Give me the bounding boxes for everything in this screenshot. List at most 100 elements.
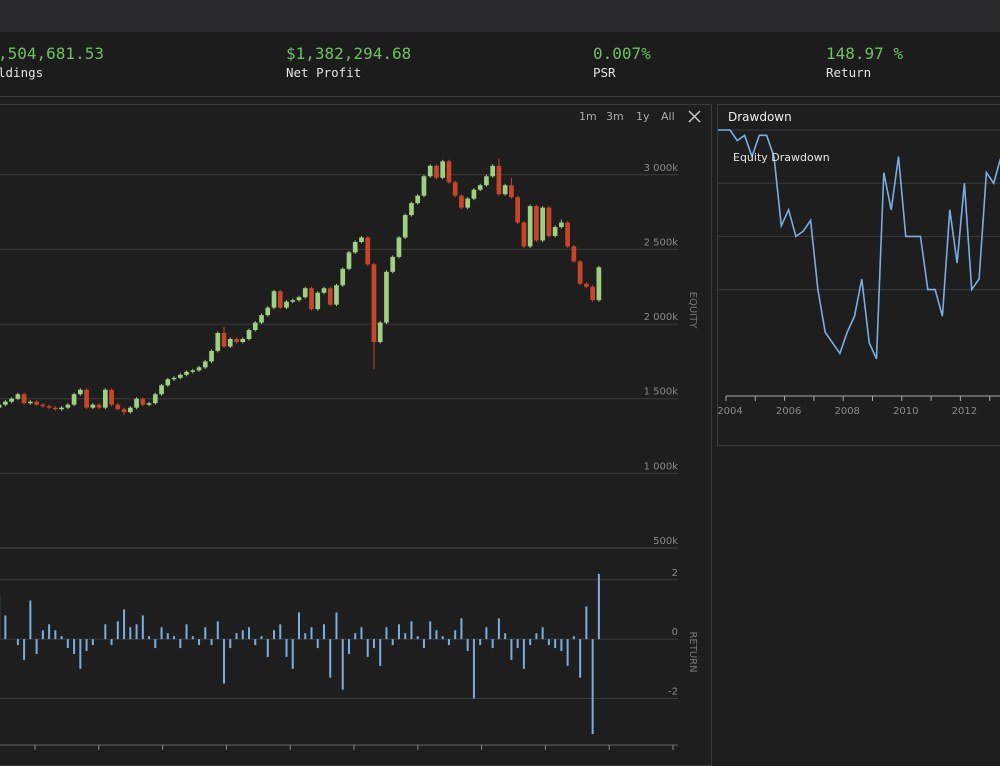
- candle: [215, 333, 220, 351]
- return-bar: [554, 639, 556, 648]
- return-bar: [410, 621, 412, 639]
- drawdown-legend: Equity Drawdown: [733, 151, 830, 164]
- range-button-3m[interactable]: 3m: [606, 110, 624, 123]
- return-bar: [186, 624, 188, 639]
- return-bar: [498, 618, 500, 639]
- top-toolbar: [0, 0, 1000, 32]
- close-icon[interactable]: [686, 106, 704, 126]
- candle: [272, 291, 277, 307]
- candle: [22, 394, 27, 403]
- return-bar: [104, 624, 106, 639]
- candle: [359, 237, 364, 241]
- return-tick-label: 0: [672, 627, 678, 638]
- candle: [178, 375, 183, 378]
- return-bar: [198, 639, 200, 645]
- return-bar: [54, 630, 56, 639]
- return-bar: [129, 627, 131, 639]
- return-bar: [223, 639, 225, 684]
- return-bar: [529, 639, 531, 645]
- stat-net-profit-label: Net Profit: [286, 65, 411, 80]
- return-bar: [510, 639, 512, 660]
- return-bar: [298, 612, 300, 639]
- return-bar: [317, 639, 319, 648]
- stat-holdings-value: ,504,681.53: [0, 44, 104, 64]
- return-bar: [548, 639, 550, 645]
- return-bar: [286, 639, 288, 657]
- range-button-1y[interactable]: 1y: [636, 110, 650, 123]
- return-bar: [479, 639, 481, 645]
- candle: [453, 182, 458, 195]
- equity-tick-label: 1 000k: [644, 461, 679, 472]
- candle: [490, 166, 495, 176]
- stat-return-value: 148.97 %: [826, 44, 903, 64]
- return-bar: [467, 639, 469, 651]
- candle: [72, 394, 77, 404]
- candle: [353, 242, 358, 252]
- candle: [303, 288, 308, 297]
- return-bar: [292, 639, 294, 669]
- return-bar: [485, 627, 487, 639]
- return-bar: [236, 633, 238, 639]
- return-bar: [354, 633, 356, 639]
- return-bar: [92, 639, 94, 645]
- return-bar: [192, 636, 194, 639]
- candle: [559, 223, 564, 227]
- return-bar: [585, 607, 587, 640]
- return-bar: [360, 627, 362, 639]
- stat-net-profit: $1,382,294.68 Net Profit: [286, 44, 411, 80]
- return-bar: [279, 624, 281, 639]
- return-bar: [329, 639, 331, 678]
- candle: [140, 399, 145, 405]
- return-bar: [592, 639, 594, 734]
- candle: [503, 185, 508, 194]
- return-bar: [211, 639, 213, 645]
- candle: [122, 409, 127, 412]
- candle: [565, 223, 570, 247]
- return-bar: [523, 639, 525, 669]
- return-bar: [367, 639, 369, 657]
- drawdown-line: [718, 130, 1000, 359]
- return-tick-label: 2: [672, 568, 678, 579]
- return-bar: [73, 639, 75, 654]
- drawdown-x-tick-label: 2012: [952, 406, 977, 417]
- candle: [284, 302, 289, 308]
- return-bar: [23, 639, 25, 660]
- return-bar: [573, 636, 575, 639]
- candle: [265, 308, 270, 315]
- candle: [478, 185, 483, 189]
- candle: [328, 288, 333, 304]
- candle: [334, 285, 339, 304]
- return-bar: [17, 639, 19, 645]
- range-button-all[interactable]: All: [661, 110, 675, 123]
- drawdown-x-tick-label: 2004: [718, 406, 743, 417]
- candle: [234, 339, 239, 342]
- candle: [553, 227, 558, 236]
- candle: [47, 406, 52, 407]
- candle: [247, 330, 252, 339]
- candle: [297, 297, 302, 300]
- stat-psr: 0.007% PSR: [593, 44, 651, 80]
- return-bar: [42, 630, 44, 639]
- return-bar: [567, 639, 569, 666]
- candle: [547, 208, 552, 236]
- stat-holdings: ,504,681.53 ldings: [0, 44, 104, 80]
- candle: [128, 408, 133, 412]
- range-button-1m[interactable]: 1m: [579, 110, 597, 123]
- candle: [16, 394, 21, 398]
- return-bar: [579, 639, 581, 678]
- return-bar: [398, 624, 400, 639]
- return-bar: [117, 621, 119, 639]
- candle: [403, 215, 408, 237]
- return-bar: [560, 639, 562, 651]
- stat-return: 148.97 % Return: [826, 44, 903, 80]
- candle: [147, 403, 152, 404]
- candle: [222, 333, 227, 346]
- return-bar: [136, 624, 138, 639]
- candle: [584, 284, 589, 287]
- drawdown-x-tick-label: 2010: [893, 406, 918, 417]
- return-bar: [517, 639, 519, 648]
- return-bar: [267, 639, 269, 657]
- candle: [34, 402, 39, 405]
- return-bar: [535, 633, 537, 639]
- stat-psr-value: 0.007%: [593, 44, 651, 64]
